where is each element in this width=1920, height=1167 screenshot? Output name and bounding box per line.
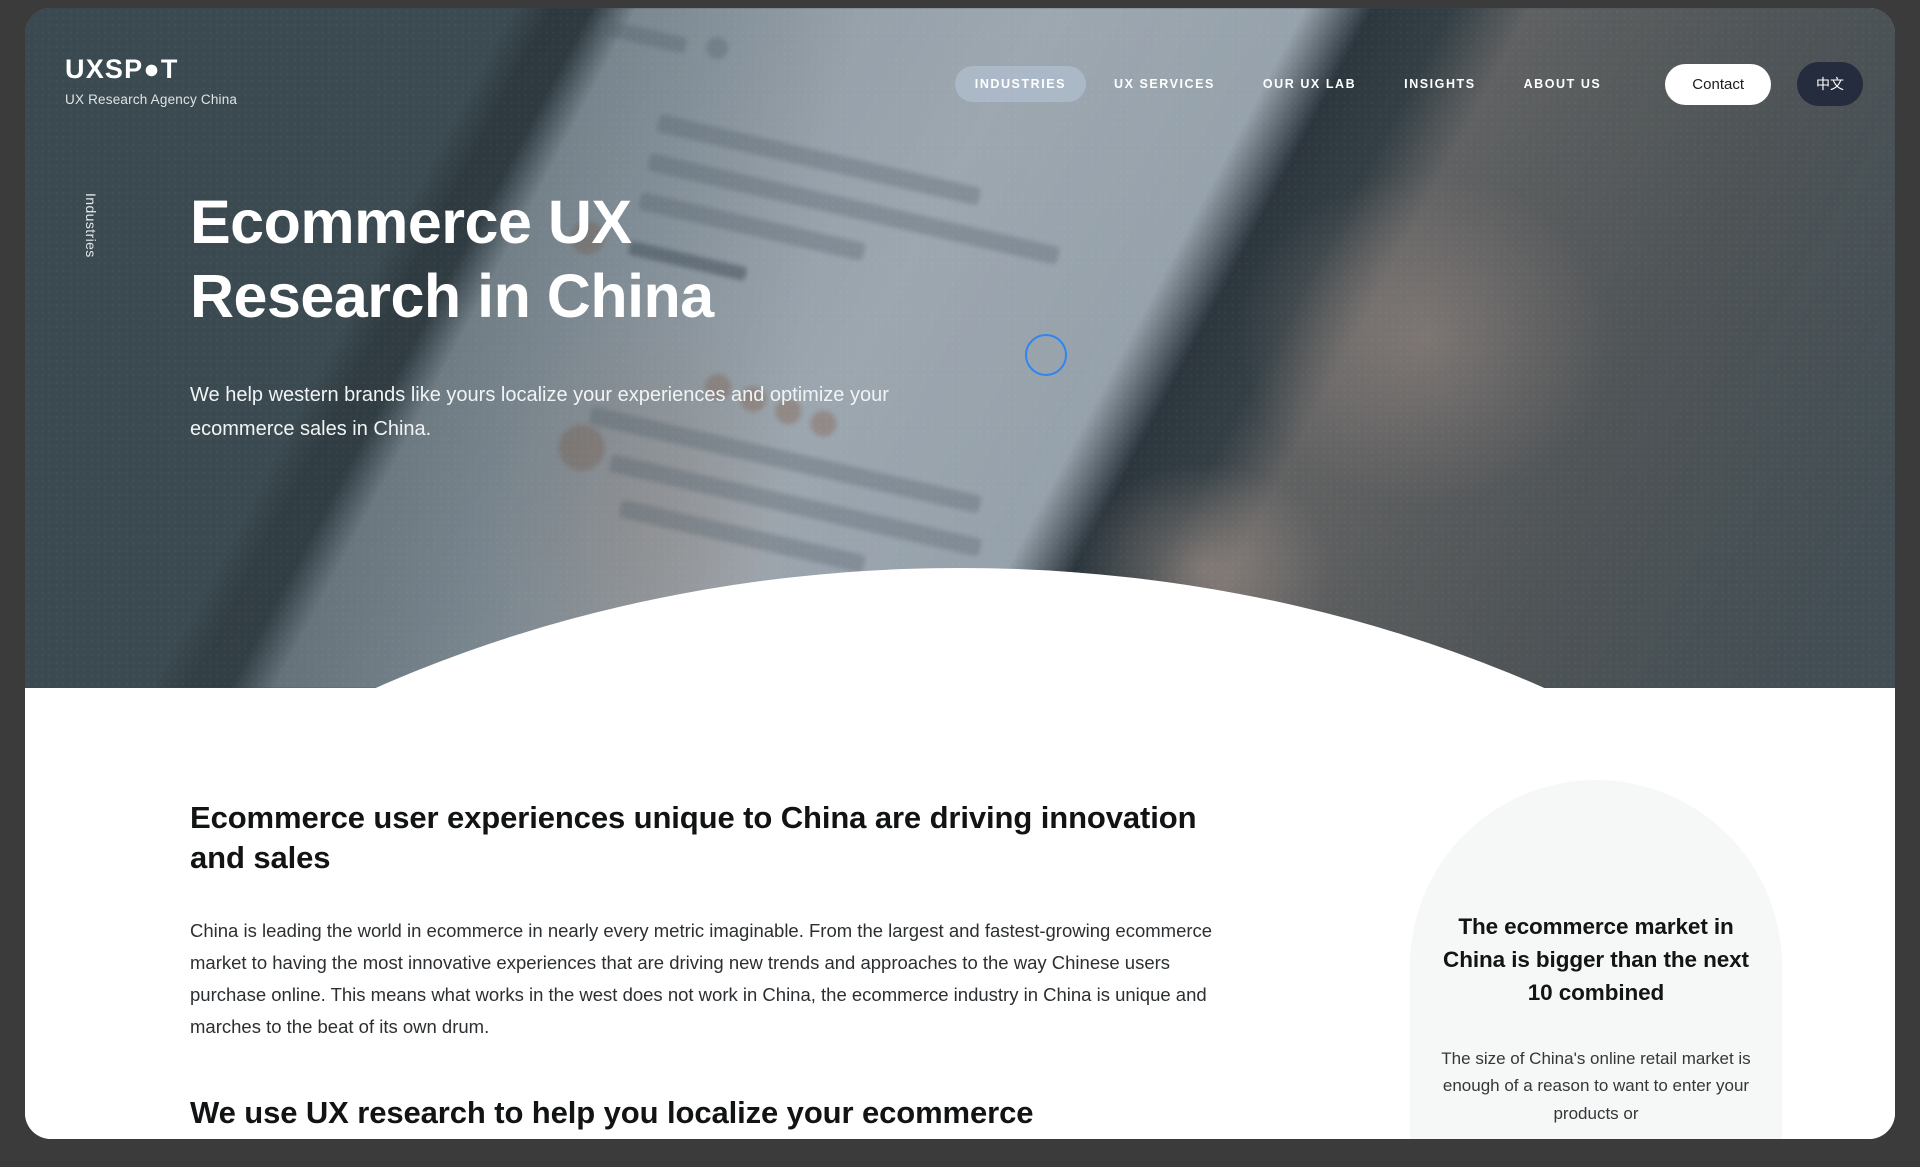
nav-item-our-ux-lab[interactable]: OUR UX LAB	[1243, 66, 1376, 102]
primary-navigation: INDUSTRIES UX SERVICES OUR UX LAB INSIGH…	[954, 56, 1863, 106]
content-column: Ecommerce user experiences unique to Chi…	[190, 798, 1220, 1134]
page-viewport: UXSP●T UX Research Agency China INDUSTRI…	[25, 8, 1895, 1139]
cursor-indicator-ring	[1025, 334, 1067, 376]
nav-item-about-us[interactable]: ABOUT US	[1504, 66, 1622, 102]
site-header: UXSP●T UX Research Agency China INDUSTRI…	[25, 8, 1895, 158]
nav-item-ux-services[interactable]: UX SERVICES	[1094, 66, 1235, 102]
page-title: Ecommerce UX Research in China	[190, 186, 950, 334]
vertical-section-label: Industries	[83, 193, 99, 258]
logo-tagline: UX Research Agency China	[65, 92, 238, 107]
hero-subtitle: We help western brands like yours locali…	[190, 383, 889, 440]
page-title-line-2: Research in China	[190, 261, 714, 330]
language-toggle-button[interactable]: 中文	[1797, 62, 1863, 106]
nav-item-insights[interactable]: INSIGHTS	[1384, 66, 1495, 102]
logo[interactable]: UXSP●T UX Research Agency China	[65, 54, 238, 108]
page-title-line-1: Ecommerce UX	[190, 188, 632, 256]
section-heading-1: Ecommerce user experiences unique to Chi…	[190, 800, 1197, 876]
contact-button[interactable]: Contact	[1665, 63, 1771, 105]
nav-item-industries[interactable]: INDUSTRIES	[954, 66, 1086, 102]
stat-card-body: The size of China's online retail market…	[1441, 1049, 1751, 1123]
hero-copy: Ecommerce UX Research in China We help w…	[190, 186, 950, 446]
section-paragraph-1: China is leading the world in ecommerce …	[190, 919, 1213, 1038]
logo-wordmark: UXSP●T	[65, 54, 179, 84]
stat-arch-card: The ecommerce market in China is bigger …	[1410, 780, 1782, 1139]
section-heading-2: We use UX research to help you localize …	[190, 1095, 1034, 1131]
browser-window-frame: UXSP●T UX Research Agency China INDUSTRI…	[0, 0, 1920, 1167]
stat-card-title: The ecommerce market in China is bigger …	[1443, 914, 1749, 1006]
